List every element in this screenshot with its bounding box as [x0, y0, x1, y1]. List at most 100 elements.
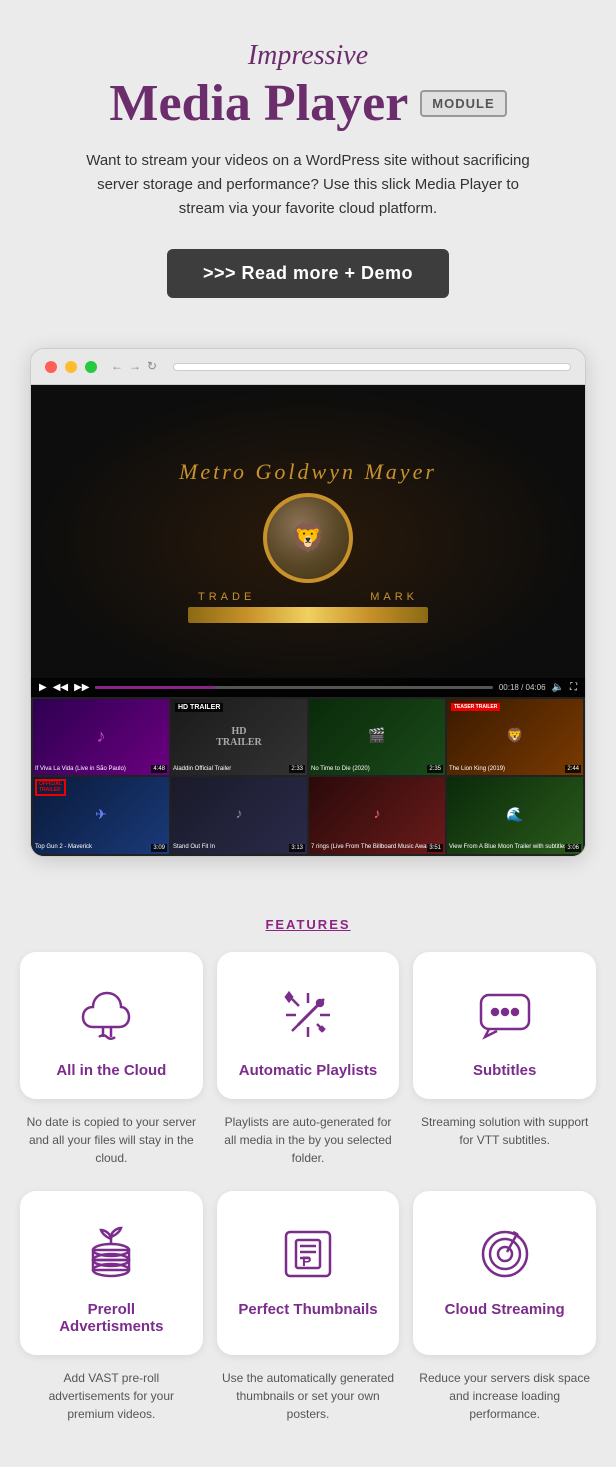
- hero-impressive: Impressive: [60, 40, 556, 72]
- progress-fill: [95, 686, 214, 689]
- mgm-trademark: TRADE MARK: [198, 591, 418, 603]
- module-badge: MODULE: [420, 90, 506, 117]
- mark-text: MARK: [370, 591, 418, 603]
- thumb-visual: ♪: [309, 777, 445, 854]
- page-wrapper: Impressive Media Player MODULE Want to s…: [0, 0, 616, 1467]
- playlist-item[interactable]: ✈ OFFICIALTRAILER Top Gun 2 - Maverick 3…: [33, 777, 169, 854]
- time-display: 00:18 / 04:06: [499, 683, 546, 692]
- player-controls: ▶ ◀◀ ▶▶ 00:18 / 04:06 🔈 ⛶: [31, 678, 585, 697]
- playlist-item[interactable]: ♪ If Viva La Vida (Live in São Paulo) 4:…: [33, 699, 169, 776]
- hero-title-text: Media Player: [109, 74, 408, 133]
- svg-text:P: P: [302, 1253, 311, 1269]
- playlist-duration: 2:35: [427, 765, 443, 773]
- coins-icon: [76, 1219, 146, 1289]
- feature-card-cloud: All in the Cloud: [20, 952, 203, 1099]
- forward-arrow[interactable]: →: [129, 359, 141, 374]
- hero-title-row: Media Player MODULE: [60, 74, 556, 133]
- thumb-visual: ♪: [171, 777, 307, 854]
- mgm-ribbon: [188, 607, 428, 623]
- feature-desc-streaming: Reduce your servers disk space and incre…: [413, 1369, 596, 1423]
- feature-name-playlists: Automatic Playlists: [239, 1062, 377, 1079]
- feature-name-preroll: Preroll Advertisments: [36, 1301, 187, 1335]
- mgm-lion-circle: 🦁: [263, 493, 353, 583]
- feature-desc-playlists: Playlists are auto-generated for all med…: [217, 1113, 400, 1167]
- playlist-item[interactable]: 🎬 No Time to Die (2020) 2:35: [309, 699, 445, 776]
- feature-name-subtitles: Subtitles: [473, 1062, 536, 1079]
- playlist-duration: 3:51: [427, 844, 443, 852]
- playlist-title: Top Gun 2 - Maverick: [35, 844, 167, 851]
- mgm-background: Metro Goldwyn Mayer 🦁 TRADE MARK: [31, 385, 585, 697]
- official-badge: OFFICIALTRAILER: [35, 779, 66, 796]
- image-layout-icon: P: [273, 1219, 343, 1289]
- back-arrow[interactable]: ←: [111, 359, 123, 374]
- playlist-duration: 3:13: [289, 844, 305, 852]
- feature-desc-cloud: No date is copied to your server and all…: [20, 1113, 203, 1167]
- hero-section: Impressive Media Player MODULE Want to s…: [0, 0, 616, 328]
- browser-dot-yellow[interactable]: [65, 361, 77, 373]
- trailer-badge: TEASER TRAILER: [451, 703, 500, 711]
- playlist-title: If Viva La Vida (Live in São Paulo): [35, 766, 167, 773]
- target-arrow-icon: [470, 1219, 540, 1289]
- playlist-title: The Lion King (2019): [449, 766, 581, 773]
- browser-wrap: ← → ↻ Metro Goldwyn Mayer 🦁 TRADE: [0, 328, 616, 887]
- feature-card-streaming: Cloud Streaming: [413, 1191, 596, 1355]
- feature-desc-subtitles: Streaming solution with support for VTT …: [413, 1113, 596, 1167]
- prev-button[interactable]: ◀◀: [53, 682, 68, 693]
- browser-nav: ← → ↻: [111, 359, 157, 374]
- feature-card-thumbnails: P Perfect Thumbnails: [217, 1191, 400, 1355]
- feature-card-playlists: Automatic Playlists: [217, 952, 400, 1099]
- features-desc-row2: Add VAST pre-roll advertisements for you…: [20, 1369, 596, 1423]
- playlist-item[interactable]: 🌊 View From A Blue Moon Trailer with sub…: [447, 777, 583, 854]
- playlist-item[interactable]: 🦁 TEASER TRAILER The Lion King (2019) 2:…: [447, 699, 583, 776]
- volume-icon[interactable]: 🔈: [552, 682, 564, 693]
- video-player: Metro Goldwyn Mayer 🦁 TRADE MARK ▶ ◀◀: [31, 385, 585, 697]
- lion-icon: 🦁: [291, 521, 326, 555]
- feature-desc-thumbnails: Use the automatically generated thumbnai…: [217, 1369, 400, 1423]
- sparkle-icon: [273, 980, 343, 1050]
- features-grid-row2: Preroll Advertisments P: [20, 1191, 596, 1355]
- demo-button[interactable]: >>> Read more + Demo: [167, 249, 449, 298]
- feature-name-thumbnails: Perfect Thumbnails: [238, 1301, 377, 1318]
- playlist-title: 7 rings (Live From The Billboard Music A…: [311, 844, 443, 851]
- playlist-title: Aladdin Official Trailer: [173, 766, 305, 773]
- playlist-duration: 2:44: [565, 765, 581, 773]
- progress-bar[interactable]: [95, 686, 492, 689]
- feature-name-streaming: Cloud Streaming: [445, 1301, 565, 1318]
- features-section: FEATURES All in the Cloud: [0, 887, 616, 1467]
- playlist-title: Stand Out Fit In: [173, 844, 305, 851]
- playlist-duration: 3:09: [151, 844, 167, 852]
- playlist-item[interactable]: ♪ 7 rings (Live From The Billboard Music…: [309, 777, 445, 854]
- play-button[interactable]: ▶: [39, 682, 47, 693]
- playlist-title: No Time to Die (2020): [311, 766, 443, 773]
- fullscreen-icon[interactable]: ⛶: [570, 682, 577, 693]
- features-grid-row1: All in the Cloud: [20, 952, 596, 1099]
- trade-text: TRADE: [198, 591, 255, 603]
- playlist-duration: 2:33: [289, 765, 305, 773]
- thumb-visual: 🌊: [447, 777, 583, 854]
- feature-name-cloud: All in the Cloud: [56, 1062, 166, 1079]
- browser-dot-red[interactable]: [45, 361, 57, 373]
- refresh-icon[interactable]: ↻: [147, 359, 157, 374]
- features-desc-row1: No date is copied to your server and all…: [20, 1113, 596, 1167]
- playlist-duration: 3:06: [565, 844, 581, 852]
- playlist-item[interactable]: ♪ Stand Out Fit In 3:13: [171, 777, 307, 854]
- feature-card-preroll: Preroll Advertisments: [20, 1191, 203, 1355]
- feature-card-subtitles: Subtitles: [413, 952, 596, 1099]
- playlist-duration: 4:48: [151, 765, 167, 773]
- browser-dot-green[interactable]: [85, 361, 97, 373]
- url-bar[interactable]: [173, 363, 571, 371]
- thumb-visual: ♪: [33, 699, 169, 776]
- browser-content: Metro Goldwyn Mayer 🦁 TRADE MARK ▶ ◀◀: [31, 385, 585, 856]
- chat-bubble-icon: [470, 980, 540, 1050]
- browser-mockup: ← → ↻ Metro Goldwyn Mayer 🦁 TRADE: [30, 348, 586, 857]
- features-label: FEATURES: [20, 917, 596, 932]
- thumb-visual: 🎬: [309, 699, 445, 776]
- playlist-item[interactable]: HDTRAILER HD TRAILER Aladdin Official Tr…: [171, 699, 307, 776]
- browser-bar: ← → ↻: [31, 349, 585, 385]
- playlist-title: View From A Blue Moon Trailer with subti…: [449, 844, 581, 851]
- hd-badge: HD TRAILER: [175, 703, 223, 712]
- cloud-icon: [76, 980, 146, 1050]
- hero-description: Want to stream your videos on a WordPres…: [78, 149, 538, 221]
- next-button[interactable]: ▶▶: [74, 682, 89, 693]
- mgm-title: Metro Goldwyn Mayer: [179, 459, 437, 485]
